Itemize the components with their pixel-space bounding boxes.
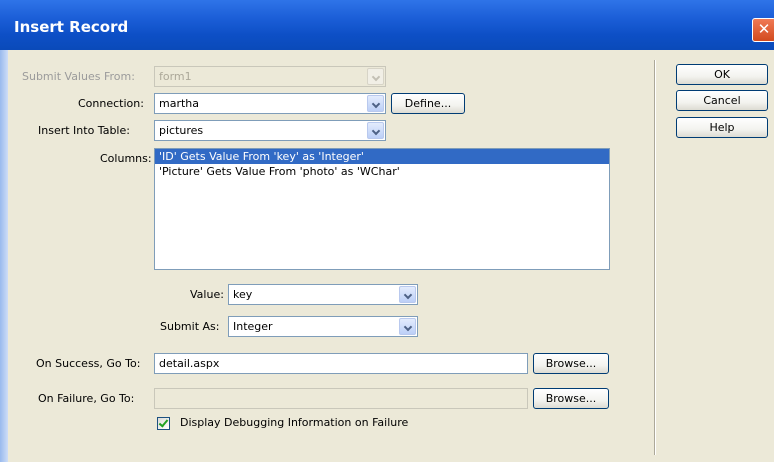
on-success-browse-button[interactable]: Browse... [533,353,609,374]
on-failure-browse-button[interactable]: Browse... [533,388,609,409]
on-failure-label: On Failure, Go To: [38,392,135,405]
value-label: Value: [190,288,224,301]
value-select[interactable]: key [228,284,418,305]
window-left-border [0,50,8,462]
insert-record-dialog: Insert Record ✕ Submit Values From: form… [0,0,774,462]
columns-listbox[interactable]: 'ID' Gets Value From 'key' as 'Integer' … [154,148,610,270]
table-label: Insert Into Table: [38,124,130,137]
submit-from-value: form1 [159,70,192,83]
title-bar: Insert Record ✕ [0,0,774,50]
connection-value: martha [159,97,200,110]
vertical-divider [654,60,656,455]
submit-as-select[interactable]: Integer [228,316,418,337]
dialog-title: Insert Record [14,18,129,36]
submit-from-select: form1 [154,66,386,87]
connection-select[interactable]: martha [154,93,386,114]
chevron-down-icon [367,68,384,85]
column-item-id[interactable]: 'ID' Gets Value From 'key' as 'Integer' [155,149,609,164]
cancel-button[interactable]: Cancel [676,90,768,111]
chevron-down-icon[interactable] [399,286,416,303]
connection-label: Connection: [78,97,144,110]
chevron-down-icon[interactable] [367,122,384,139]
chevron-down-icon[interactable] [399,318,416,335]
debug-checkbox-label[interactable]: Display Debugging Information on Failure [180,416,408,429]
help-button[interactable]: Help [676,117,768,138]
chevron-down-icon[interactable] [367,95,384,112]
on-success-input[interactable]: detail.aspx [154,353,528,374]
table-value: pictures [159,124,204,137]
columns-label: Columns: [100,152,152,165]
on-failure-input[interactable] [154,388,528,409]
ok-button[interactable]: OK [676,64,768,85]
define-button[interactable]: Define... [391,93,465,114]
debug-checkbox[interactable] [157,417,170,430]
value-value: key [233,288,253,301]
close-icon: ✕ [757,20,771,38]
submit-as-label: Submit As: [160,320,220,333]
submit-from-label: Submit Values From: [22,70,135,83]
table-select[interactable]: pictures [154,120,386,141]
column-item-picture[interactable]: 'Picture' Gets Value From 'photo' as 'WC… [155,164,609,179]
close-button[interactable]: ✕ [752,18,774,42]
submit-as-value: Integer [233,320,273,333]
on-success-label: On Success, Go To: [36,357,141,370]
